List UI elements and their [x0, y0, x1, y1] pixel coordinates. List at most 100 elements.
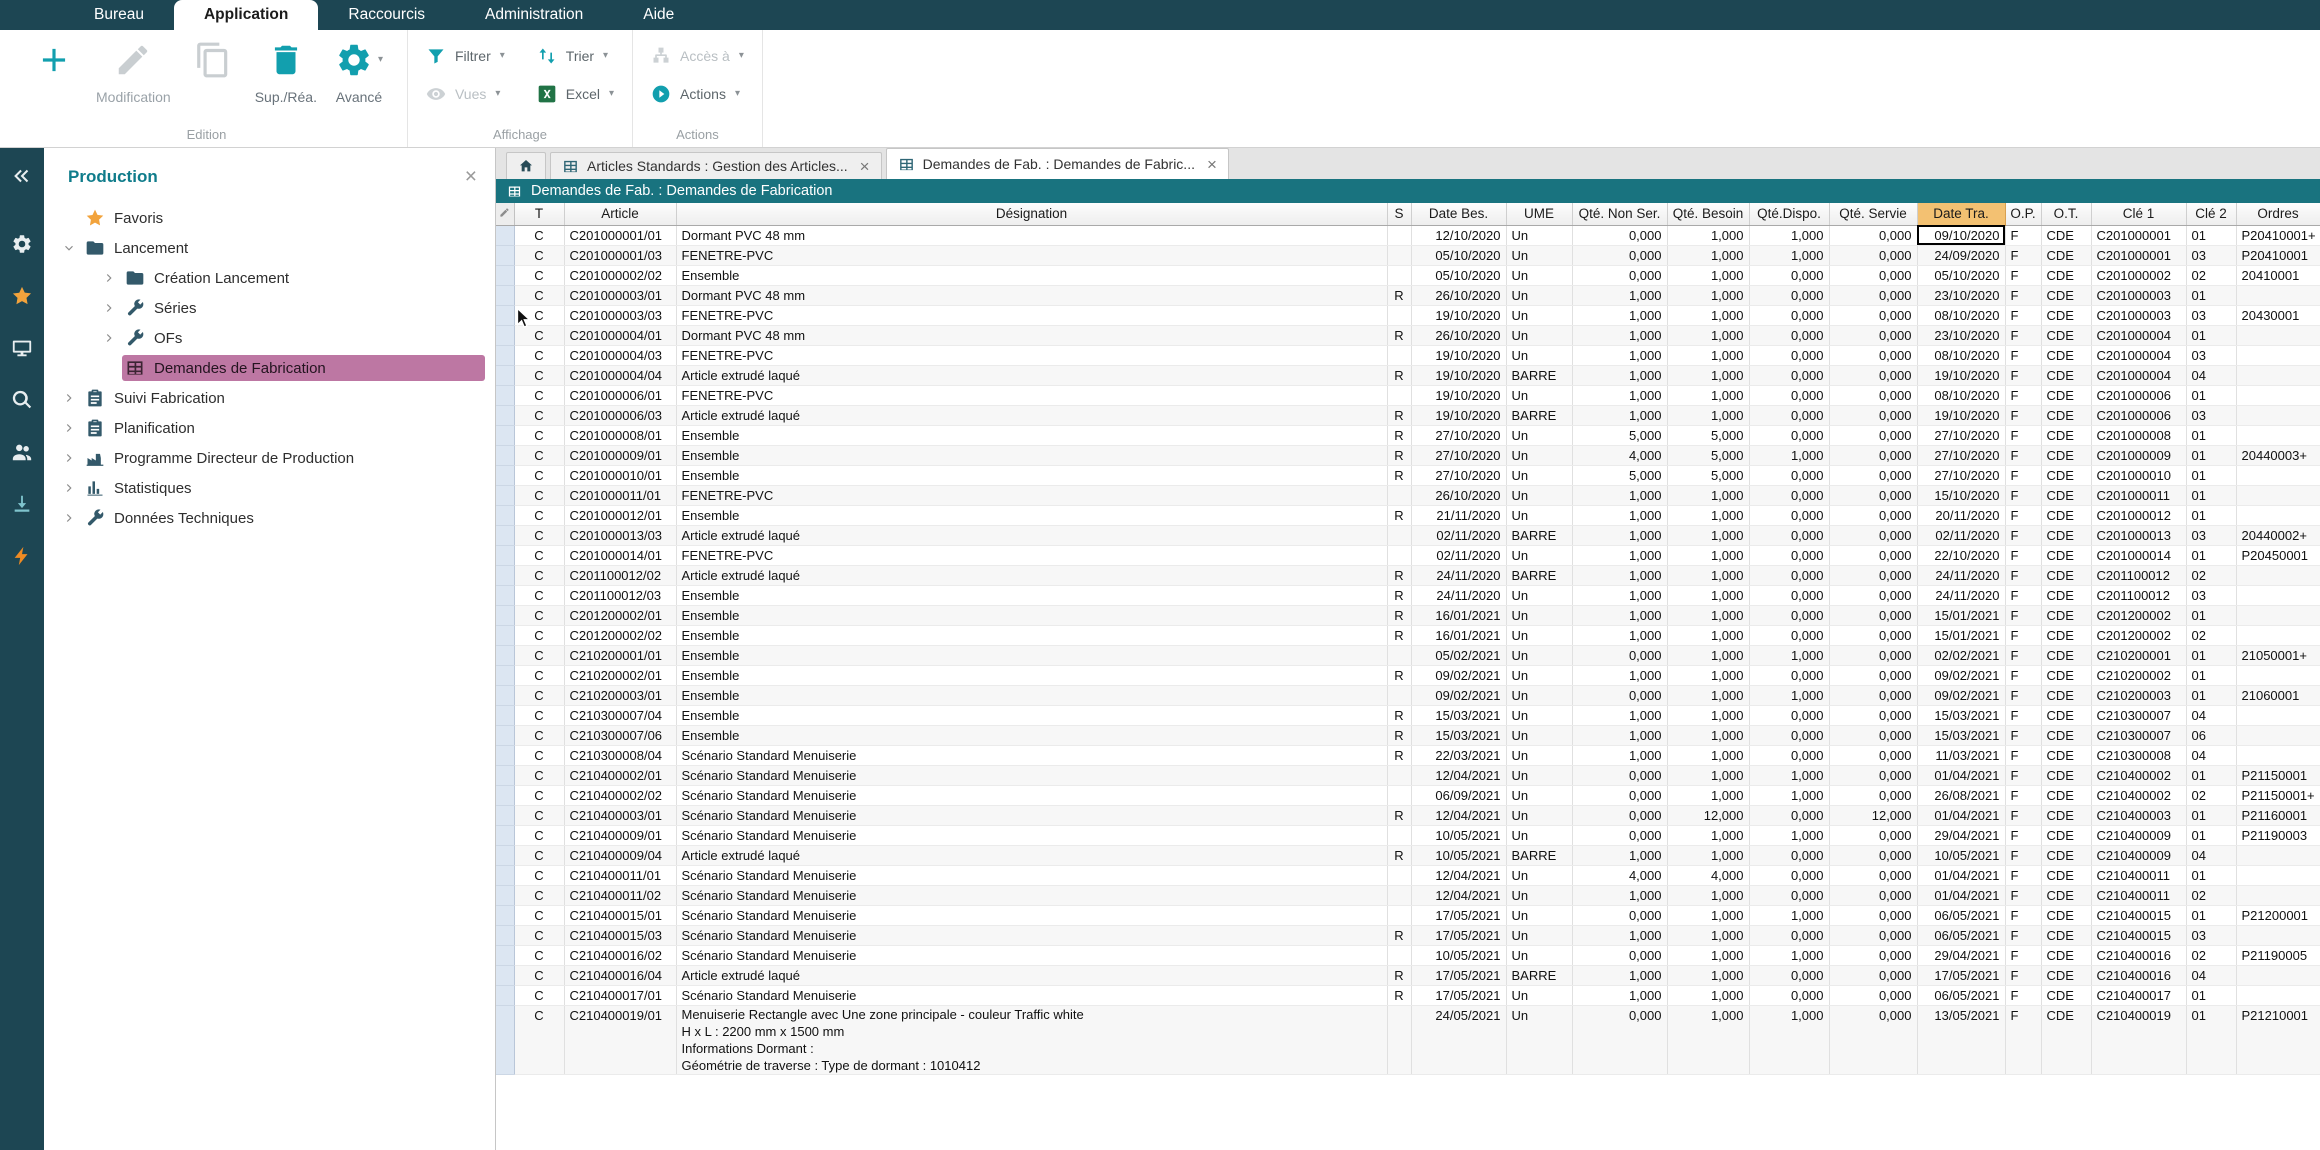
grid-cell[interactable]: 1,000	[1667, 225, 1749, 245]
grid-cell[interactable]: 1,000	[1667, 1005, 1749, 1074]
grid-cell[interactable]: 1,000	[1572, 705, 1667, 725]
grid-cell[interactable]: 02	[2186, 625, 2236, 645]
grid-cell[interactable]: 01	[2186, 445, 2236, 465]
grid-cell[interactable]: 1,000	[1572, 525, 1667, 545]
grid-cell[interactable]: 0,000	[1829, 785, 1917, 805]
grid-cell[interactable]: 1,000	[1572, 965, 1667, 985]
grid-cell[interactable]: Un	[1506, 345, 1572, 365]
grid-cell[interactable]: C	[514, 905, 564, 925]
grid-cell[interactable]: C210200003/01	[564, 685, 676, 705]
grid-cell[interactable]: 1,000	[1667, 285, 1749, 305]
grid-cell[interactable]	[1387, 245, 1411, 265]
grid-cell[interactable]: R	[1387, 745, 1411, 765]
grid-cell[interactable]	[2236, 465, 2320, 485]
grid-cell[interactable]: CDE	[2041, 365, 2091, 385]
table-row[interactable]: CC201200002/01EnsembleR16/01/2021Un1,000…	[496, 605, 2320, 625]
grid-cell[interactable]: C	[514, 285, 564, 305]
grid-cell[interactable]: 1,000	[1667, 745, 1749, 765]
grid-cell[interactable]: FENETRE-PVC	[676, 385, 1387, 405]
grid-cell[interactable]: 0,000	[1749, 845, 1829, 865]
grid-cell[interactable]	[2236, 625, 2320, 645]
grid-cell[interactable]: 16/01/2021	[1411, 625, 1506, 645]
grid-cell[interactable]: 1,000	[1667, 965, 1749, 985]
row-indicator[interactable]	[496, 845, 514, 865]
grid-cell[interactable]: 1,000	[1667, 505, 1749, 525]
rail-search-button[interactable]	[10, 388, 34, 412]
grid-cell[interactable]: Scénario Standard Menuiserie	[676, 865, 1387, 885]
grid-cell[interactable]: CDE	[2041, 245, 2091, 265]
grid-cell[interactable]: BARRE	[1506, 365, 1572, 385]
grid-cell[interactable]: 12,000	[1667, 805, 1749, 825]
grid-cell[interactable]: 5,000	[1667, 425, 1749, 445]
grid-cell[interactable]	[1387, 785, 1411, 805]
grid-cell[interactable]: 13/05/2021	[1917, 1005, 2005, 1074]
tree-item-creation-lancement[interactable]: Création Lancement	[44, 263, 495, 293]
grid-cell[interactable]: 29/04/2021	[1917, 825, 2005, 845]
grid-cell[interactable]: 20440002+	[2236, 525, 2320, 545]
grid-cell[interactable]: F	[2005, 905, 2041, 925]
grid-cell[interactable]: 15/10/2020	[1917, 485, 2005, 505]
grid-cell[interactable]: 0,000	[1829, 605, 1917, 625]
grid-cell[interactable]: CDE	[2041, 485, 2091, 505]
table-row[interactable]: CC201000001/03FENETRE-PVC05/10/2020Un0,0…	[496, 245, 2320, 265]
row-indicator[interactable]	[496, 225, 514, 245]
grid-cell[interactable]: 1,000	[1749, 905, 1829, 925]
grid-cell[interactable]	[2236, 745, 2320, 765]
grid-cell[interactable]: 06/09/2021	[1411, 785, 1506, 805]
grid-cell[interactable]: C201000004	[2091, 345, 2186, 365]
grid-cell[interactable]: CDE	[2041, 545, 2091, 565]
column-header-qte-servie[interactable]: Qté. Servie	[1829, 203, 1917, 225]
grid-cell[interactable]: Un	[1506, 425, 1572, 445]
grid-cell[interactable]: Scénario Standard Menuiserie	[676, 985, 1387, 1005]
column-header-qte-non-ser[interactable]: Qté. Non Ser.	[1572, 203, 1667, 225]
grid-cell[interactable]: CDE	[2041, 565, 2091, 585]
grid-cell[interactable]: C	[514, 845, 564, 865]
grid-cell[interactable]	[2236, 705, 2320, 725]
grid-cell[interactable]: 0,000	[1749, 485, 1829, 505]
grid-cell[interactable]: C201000002	[2091, 265, 2186, 285]
grid-cell[interactable]: C201000003/03	[564, 305, 676, 325]
grid-cell[interactable]: 0,000	[1749, 725, 1829, 745]
grid-cell[interactable]: 0,000	[1572, 825, 1667, 845]
grid-cell[interactable]: C201000013	[2091, 525, 2186, 545]
grid-cell[interactable]: CDE	[2041, 325, 2091, 345]
grid-cell[interactable]: 1,000	[1749, 445, 1829, 465]
grid-cell[interactable]	[2236, 605, 2320, 625]
grid-cell[interactable]: C	[514, 785, 564, 805]
grid-cell[interactable]: C210300008	[2091, 745, 2186, 765]
grid-cell[interactable]: 15/03/2021	[1917, 725, 2005, 745]
grid-cell[interactable]	[2236, 965, 2320, 985]
grid-cell[interactable]: 0,000	[1749, 385, 1829, 405]
grid-cell[interactable]: 0,000	[1829, 965, 1917, 985]
grid-cell[interactable]: 06/05/2021	[1917, 905, 2005, 925]
vues-button[interactable]: Vues▾	[426, 84, 505, 104]
menu-item-raccourcis[interactable]: Raccourcis	[318, 0, 455, 30]
grid-cell[interactable]: Scénario Standard Menuiserie	[676, 805, 1387, 825]
grid-cell[interactable]: 1,000	[1667, 325, 1749, 345]
grid-cell[interactable]: Un	[1506, 245, 1572, 265]
grid-cell[interactable]: P21210001	[2236, 1005, 2320, 1074]
grid-cell[interactable]: Ensemble	[676, 705, 1387, 725]
grid-cell[interactable]: 1,000	[1749, 645, 1829, 665]
grid-cell[interactable]: C201200002	[2091, 605, 2186, 625]
grid-cell[interactable]: 05/10/2020	[1917, 265, 2005, 285]
table-row[interactable]: CC201100012/03EnsembleR24/11/2020Un1,000…	[496, 585, 2320, 605]
grid-cell[interactable]: 03	[2186, 305, 2236, 325]
grid-cell[interactable]: 06	[2186, 725, 2236, 745]
grid-cell[interactable]: 10/05/2021	[1411, 845, 1506, 865]
grid-cell[interactable]: C	[514, 725, 564, 745]
rail-monitor-button[interactable]	[10, 336, 34, 360]
grid-cell[interactable]: CDE	[2041, 885, 2091, 905]
grid-cell[interactable]: 12/10/2020	[1411, 225, 1506, 245]
grid-cell[interactable]: CDE	[2041, 745, 2091, 765]
grid-cell[interactable]: 1,000	[1572, 885, 1667, 905]
grid-cell[interactable]: CDE	[2041, 685, 2091, 705]
grid-cell[interactable]: CDE	[2041, 265, 2091, 285]
grid-cell[interactable]: CDE	[2041, 705, 2091, 725]
row-indicator[interactable]	[496, 885, 514, 905]
grid-cell[interactable]: 0,000	[1572, 805, 1667, 825]
grid-cell[interactable]: C210300008/04	[564, 745, 676, 765]
grid-cell[interactable]: 27/10/2020	[1411, 445, 1506, 465]
grid-cell[interactable]: 1,000	[1749, 1005, 1829, 1074]
grid-cell[interactable]: 1,000	[1572, 745, 1667, 765]
